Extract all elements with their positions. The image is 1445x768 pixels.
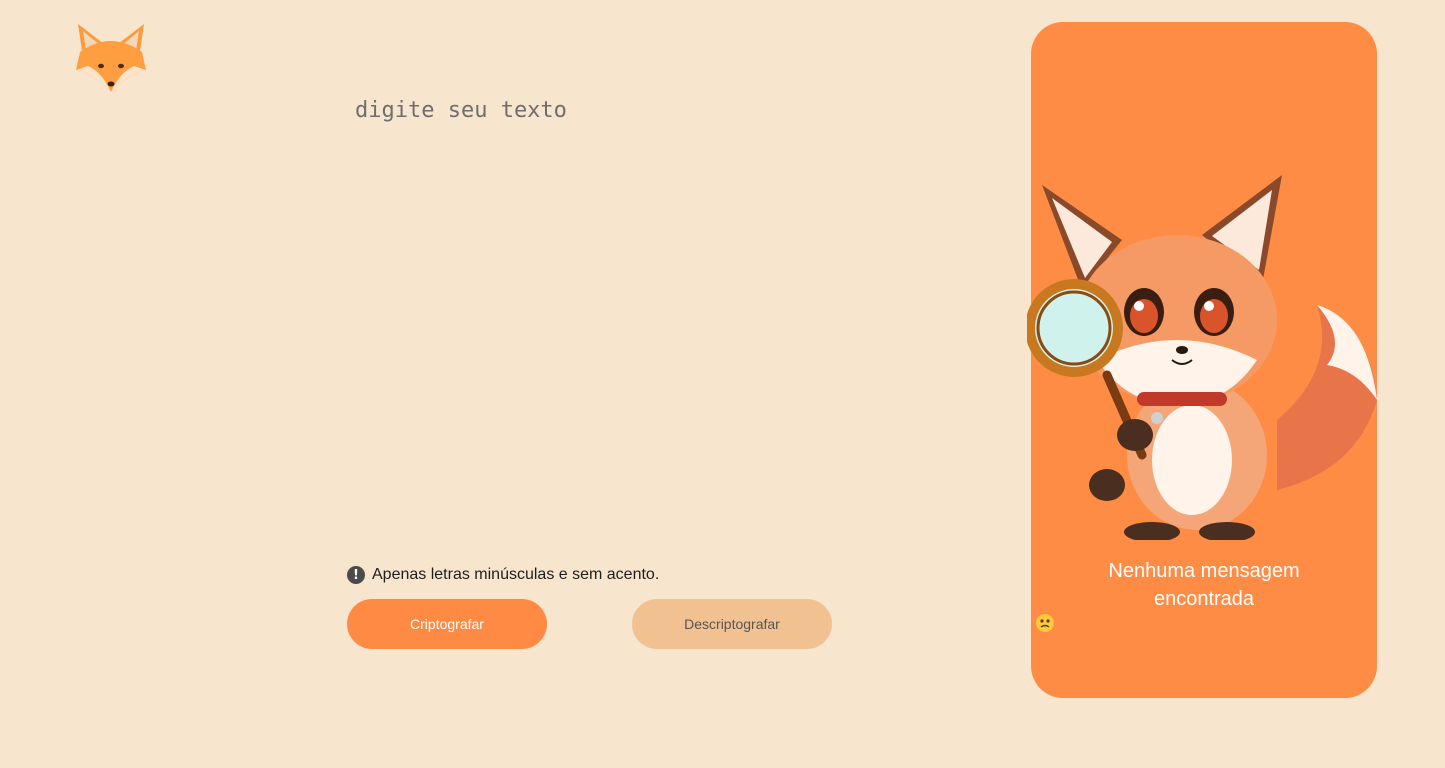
empty-message: Nenhuma mensagem encontrada — [1031, 557, 1377, 633]
exclamation-circle-icon: ! — [347, 566, 365, 584]
empty-message-line2: encontrada — [1153, 588, 1255, 610]
hint: ! Apenas letras minúsculas e sem acento. — [347, 566, 659, 584]
fox-magnifying-glass-illustration — [1025, 170, 1383, 542]
decrypt-button[interactable]: Descriptografar — [632, 599, 832, 649]
empty-message-line1: Nenhuma mensagem — [1108, 560, 1300, 582]
encrypt-button[interactable]: Criptografar — [347, 599, 547, 649]
confused-face-emoji-icon — [1035, 613, 1055, 633]
empty-message-line2-wrap: encontrada — [1031, 585, 1377, 633]
fox-logo-icon — [74, 22, 148, 94]
output-panel: Nenhuma mensagem encontrada — [1025, 22, 1377, 698]
hint-text: Apenas letras minúsculas e sem acento. — [372, 566, 660, 583]
text-input[interactable] — [345, 92, 975, 532]
